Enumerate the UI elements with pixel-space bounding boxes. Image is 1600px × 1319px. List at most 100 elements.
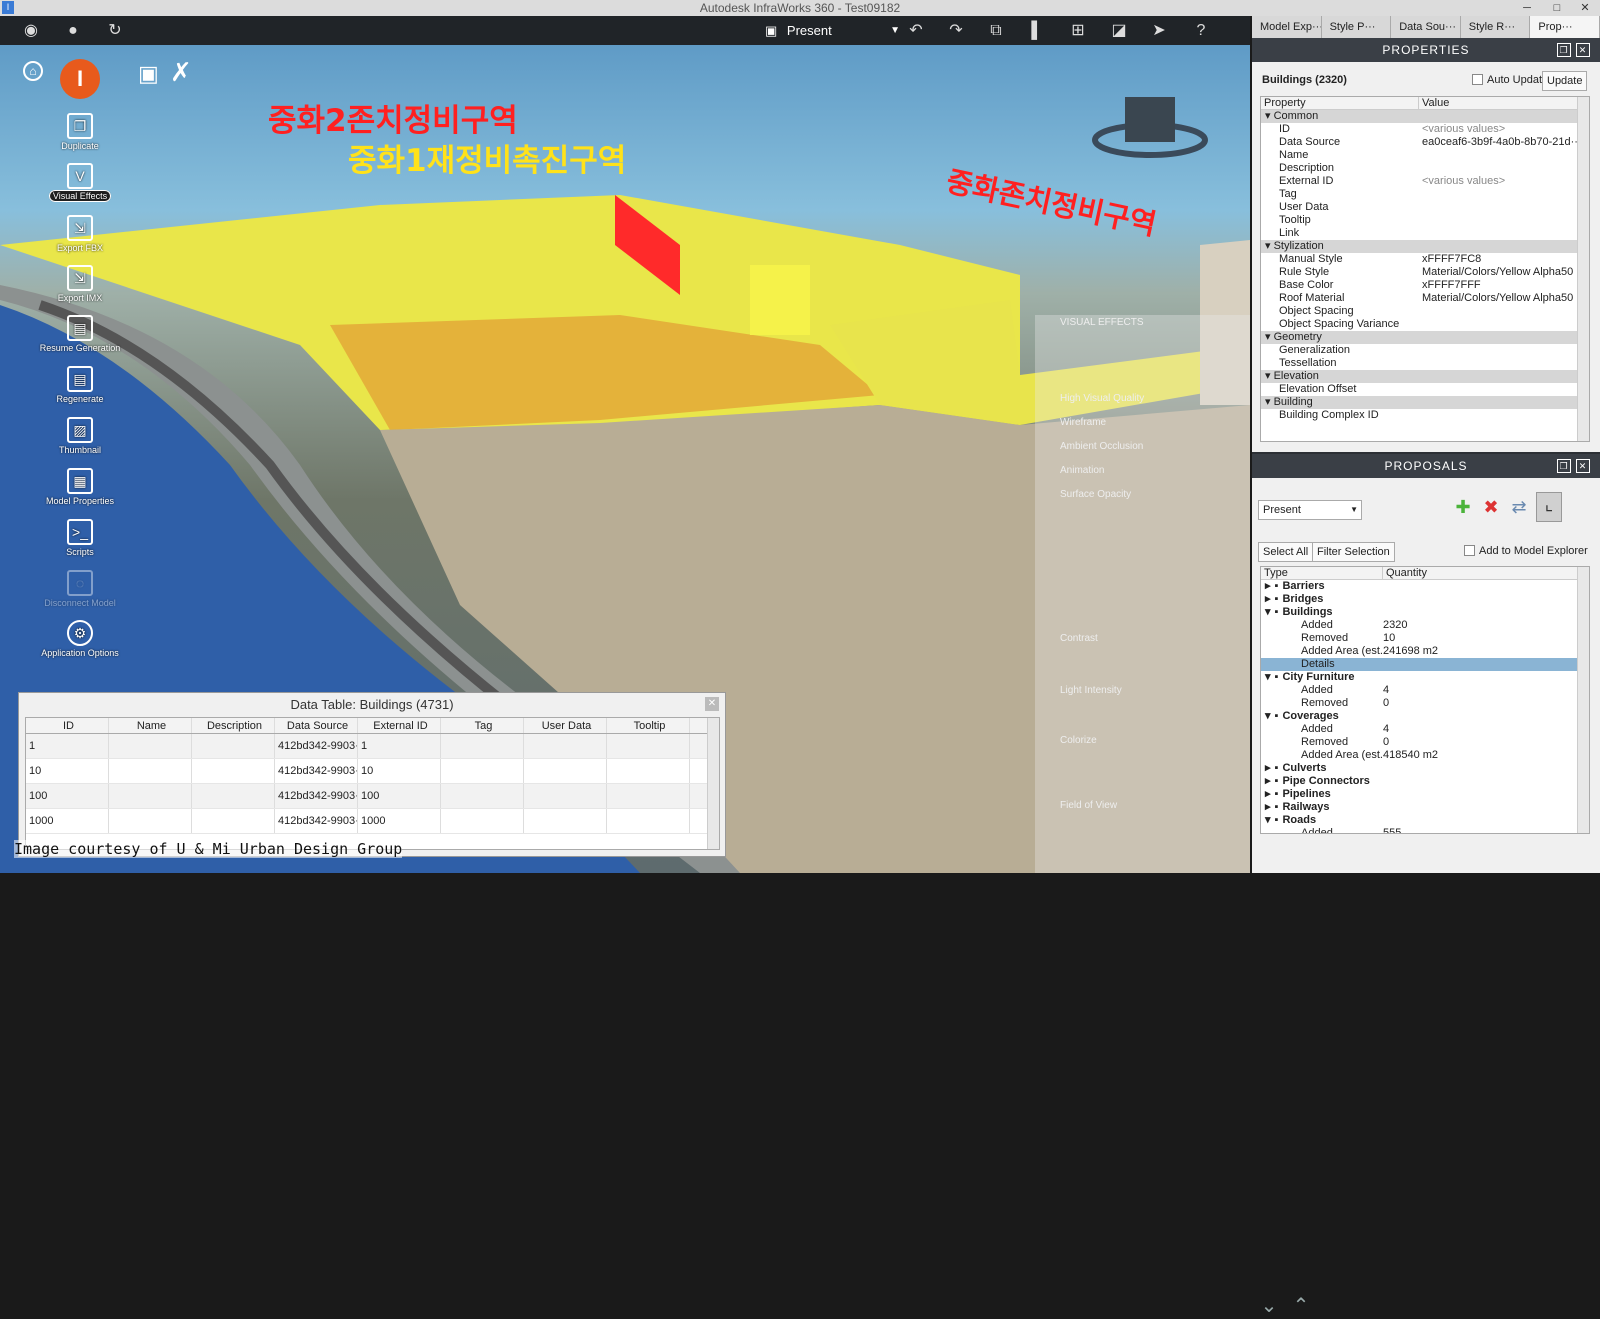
property-section[interactable]: ▾ Building [1261,396,1589,409]
table-row[interactable]: 1 412bd342-9903··· 1 [26,734,719,759]
proposal-category[interactable]: ▸ ▪ Culverts [1261,762,1589,775]
chat-icon[interactable]: ● [62,20,84,42]
tree-toggle-icon[interactable]: ▸ [1265,580,1271,592]
add-proposal-icon[interactable]: ✚ [1452,496,1474,518]
chevron-down-icon[interactable]: ▾ [1265,370,1274,382]
minimize-button[interactable]: ─ [1512,0,1542,16]
proposal-detail-row[interactable]: Added 4 [1261,684,1589,697]
help-icon[interactable]: ? [1190,20,1212,42]
float-panel-icon[interactable]: ❐ [1557,459,1571,473]
tree-toggle-icon[interactable]: ▾ [1265,814,1271,826]
ve-field-of-view[interactable]: Field of View [1060,800,1117,811]
undo-icon[interactable]: ↶ [905,20,927,42]
property-section[interactable]: ▾ Stylization [1261,240,1589,253]
tab-data-sources[interactable]: Data Sou··· [1391,16,1461,38]
property-row[interactable]: Manual Style xFFFF7FC8 [1261,253,1589,266]
data-table-grid[interactable]: ID Name Description Data Source External… [25,717,720,850]
ve-colorize[interactable]: Colorize [1060,735,1097,746]
proposal-detail-row[interactable]: Removed 0 [1261,736,1589,749]
property-row[interactable]: Tooltip [1261,214,1589,227]
scripts-button[interactable]: >_ Scripts [30,519,130,557]
property-row[interactable]: External ID <various values> [1261,175,1589,188]
property-row[interactable]: Link [1261,227,1589,240]
proposal-category[interactable]: ▸ ▪ Railways [1261,801,1589,814]
ve-light-intensity[interactable]: Light Intensity [1060,685,1122,696]
thumbnail-button[interactable]: ▨ Thumbnail [30,417,130,455]
disconnect-model-button[interactable]: ◌ Disconnect Model [30,570,130,608]
ve-wireframe[interactable]: Wireframe [1060,417,1106,428]
application-options-button[interactable]: ⚙ Application Options [30,620,130,658]
proposal-category[interactable]: ▸ ▪ Pipe Connectors [1261,775,1589,788]
properties-grid[interactable]: Property Value ▾ Common ID <various values>… [1260,96,1590,442]
auto-update-checkbox[interactable]: Auto Update [1472,74,1548,86]
tab-properties[interactable]: Prop··· [1530,16,1600,38]
properties-scrollbar[interactable] [1577,97,1589,441]
col-name[interactable]: Name [109,718,192,733]
tab-style-palette[interactable]: Style P··· [1322,16,1392,38]
tab-style-rules[interactable]: Style R··· [1461,16,1531,38]
tab-model-explorer[interactable]: Model Exp··· [1252,16,1322,38]
proposal-category[interactable]: ▾ ▪ Roads [1261,814,1589,827]
pointer-icon[interactable]: ➤ [1148,20,1170,42]
property-row[interactable]: Building Complex ID [1261,409,1589,422]
table-row[interactable]: 1000 412bd342-9903··· 1000 [26,809,719,834]
proposals-grid[interactable]: Type Quantity ▸ ▪ Barriers ▸ ▪ Bridges ▾ ▪ Buildi… [1260,566,1590,834]
tree-toggle-icon[interactable]: ▾ [1265,606,1271,618]
tree-toggle-icon[interactable]: ▾ [1265,710,1271,722]
ve-animation[interactable]: Animation [1060,465,1104,476]
ve-contrast[interactable]: Contrast [1060,633,1098,644]
property-row[interactable]: Roof Material Material/Colors/Yellow Alph… [1261,292,1589,305]
col-tag[interactable]: Tag [441,718,524,733]
proposal-detail-row[interactable]: Added 555 [1261,827,1589,833]
regenerate-button[interactable]: ▤ Regenerate [30,366,130,404]
maximize-button[interactable]: □ [1542,0,1572,16]
property-row[interactable]: Tag [1261,188,1589,201]
table-row[interactable]: 100 412bd342-9903··· 100 [26,784,719,809]
property-row[interactable]: Data Source ea0ceaf6-3b9f-4a0b-8b70-21d··… [1261,136,1589,149]
layout-icon[interactable]: ◪ [1108,20,1130,42]
redo-icon[interactable]: ↷ [945,20,967,42]
proposal-select[interactable]: Present ▼ [1258,500,1362,520]
ve-surface-opacity[interactable]: Surface Opacity [1060,489,1131,500]
col-user-data[interactable]: User Data [524,718,607,733]
proposal-detail-row[interactable]: Added Area (est.) 418540 m2 [1261,749,1589,762]
proposal-detail-row[interactable]: Added Area (est.) 241698 m2 [1261,645,1589,658]
delete-proposal-icon[interactable]: ✖ [1480,496,1502,518]
property-row[interactable]: Base Color xFFFF7FFF [1261,279,1589,292]
proposal-detail-row[interactable]: Removed 0 [1261,697,1589,710]
tools-icon[interactable]: ✗ [170,57,192,88]
filter-selection-button[interactable]: Filter Selection [1312,542,1395,562]
user-icon[interactable]: ◉ [20,20,42,42]
visual-effects-panel[interactable]: VISUAL EFFECTS High Visual Quality Wiref… [1035,315,1250,873]
resume-generation-button[interactable]: ▤ Resume Generation [30,315,130,353]
data-table-panel[interactable]: Data Table: Buildings (4731) ✕ ID Name D… [18,692,726,857]
compare-proposal-icon[interactable]: ⌞ [1536,492,1562,522]
monitor-icon[interactable]: ▣ [138,61,159,87]
col-id[interactable]: ID [26,718,109,733]
col-tooltip[interactable]: Tooltip [607,718,690,733]
tree-toggle-icon[interactable]: ▸ [1265,801,1271,813]
panel-toggle-icon[interactable]: ▌ [1026,20,1048,42]
close-icon[interactable]: ✕ [1576,459,1590,473]
export-fbx-button[interactable]: ⇲ Export FBX [30,215,130,253]
property-row[interactable]: Object Spacing [1261,305,1589,318]
col-external-id[interactable]: External ID [358,718,441,733]
proposals-scrollbar[interactable] [1577,567,1589,833]
update-button[interactable]: Update [1542,71,1588,91]
proposal-category[interactable]: ▸ ▪ Bridges [1261,593,1589,606]
proposal-detail-row[interactable]: Removed 10 [1261,632,1589,645]
property-section[interactable]: ▾ Common [1261,110,1589,123]
table-row[interactable]: 10 412bd342-9903··· 10 [26,759,719,784]
property-row[interactable]: Description [1261,162,1589,175]
close-icon[interactable]: ✕ [705,697,719,711]
chevron-down-icon[interactable]: ▾ [1265,110,1274,122]
property-row[interactable]: User Data [1261,201,1589,214]
property-row[interactable]: Tessellation [1261,357,1589,370]
property-section[interactable]: ▾ Geometry [1261,331,1589,344]
proposal-detail-row[interactable]: Added 2320 [1261,619,1589,632]
property-row[interactable]: Rule Style Material/Colors/Yellow Alpha50 [1261,266,1589,279]
visual-effects-button[interactable]: V Visual Effects [30,163,130,202]
property-row[interactable]: Object Spacing Variance [1261,318,1589,331]
proposal-category[interactable]: ▸ ▪ Barriers [1261,580,1589,593]
select-box-icon[interactable]: ⧉ [985,20,1007,42]
